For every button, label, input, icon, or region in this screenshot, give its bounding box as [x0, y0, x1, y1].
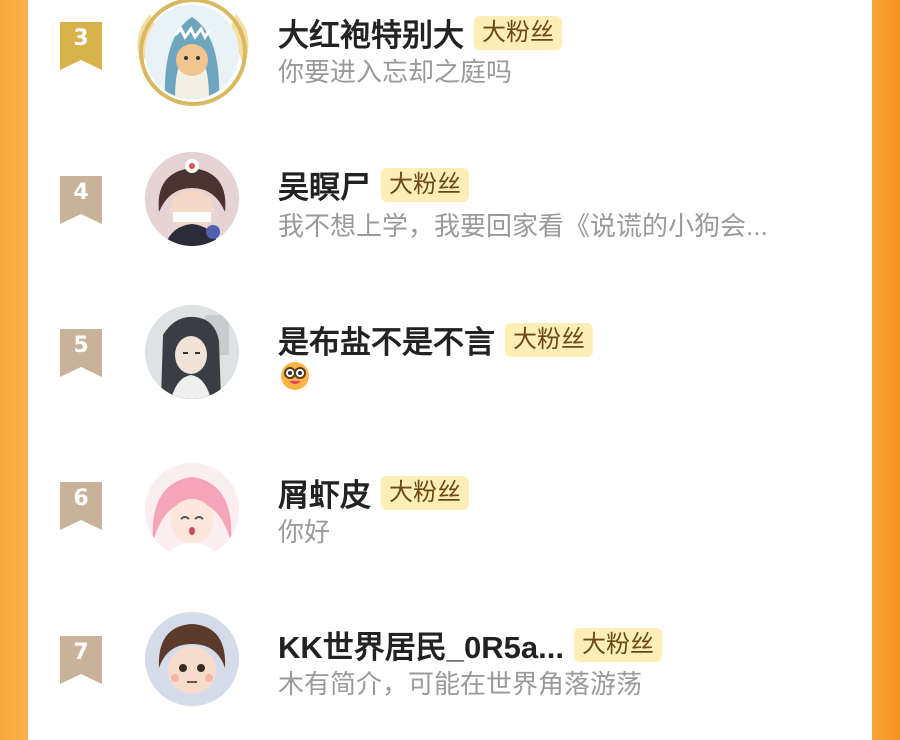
- fan-name: 是布盐不是不言: [278, 325, 495, 360]
- avatar[interactable]: [145, 305, 239, 399]
- fan-name: 屑虾皮: [278, 478, 371, 513]
- rank-number: 7: [73, 640, 89, 665]
- fan-row-6[interactable]: 6 屑虾皮 大粉丝 你好: [28, 456, 872, 586]
- rank-number: 6: [73, 486, 89, 511]
- rank-ribbon-icon: 5: [60, 329, 102, 377]
- fan-level-badge: 大粉丝: [381, 167, 469, 202]
- fan-row-5[interactable]: 5 是布盐不是不言 大粉丝: [28, 303, 872, 433]
- avatar[interactable]: [145, 612, 239, 706]
- rank-number: 5: [73, 333, 89, 358]
- rank-ribbon-icon: 3: [60, 22, 102, 70]
- fan-row-4[interactable]: 4 吴瞑尸 大粉丝 我不想上学，我要回家看《说谎的小狗会...: [28, 150, 872, 280]
- rank-ribbon-icon: 6: [60, 482, 102, 530]
- rank-number: 3: [73, 26, 89, 51]
- fan-name: 吴瞑尸: [278, 170, 371, 205]
- fan-level-badge: 大粉丝: [474, 15, 562, 50]
- fan-bio: 木有简介，可能在世界角落游荡: [278, 669, 643, 699]
- rank-ribbon-icon: 7: [60, 636, 102, 684]
- fan-name: 大红袍特别大: [278, 18, 464, 53]
- rank-number: 4: [73, 180, 89, 205]
- fan-ranking-card: 3 大红袍特别大 大粉丝 你要进入忘却之庭吗 4 吴瞑尸 大粉丝 我不想上学，我…: [28, 0, 872, 706]
- fan-bio: 你要进入忘却之庭吗: [278, 57, 513, 87]
- fan-bio: 我不想上学，我要回家看《说谎的小狗会...: [278, 211, 768, 241]
- nerd-face-emoji: [280, 361, 310, 396]
- avatar[interactable]: [145, 5, 239, 99]
- fan-bio: 你好: [278, 517, 331, 547]
- fan-level-badge: 大粉丝: [381, 475, 469, 510]
- rank-ribbon-icon: 4: [60, 176, 102, 224]
- avatar[interactable]: [145, 152, 239, 246]
- fan-level-badge: 大粉丝: [573, 627, 662, 662]
- fan-row-3[interactable]: 3 大红袍特别大 大粉丝 你要进入忘却之庭吗: [28, 0, 872, 130]
- avatar[interactable]: [145, 463, 239, 557]
- fan-name: KK世界居民_0R5a...: [278, 630, 564, 665]
- fan-level-badge: 大粉丝: [505, 322, 593, 357]
- fan-row-7[interactable]: 7 KK世界居民_0R5a... 大粉丝 木有简介，可能在世界角落游荡: [28, 610, 872, 740]
